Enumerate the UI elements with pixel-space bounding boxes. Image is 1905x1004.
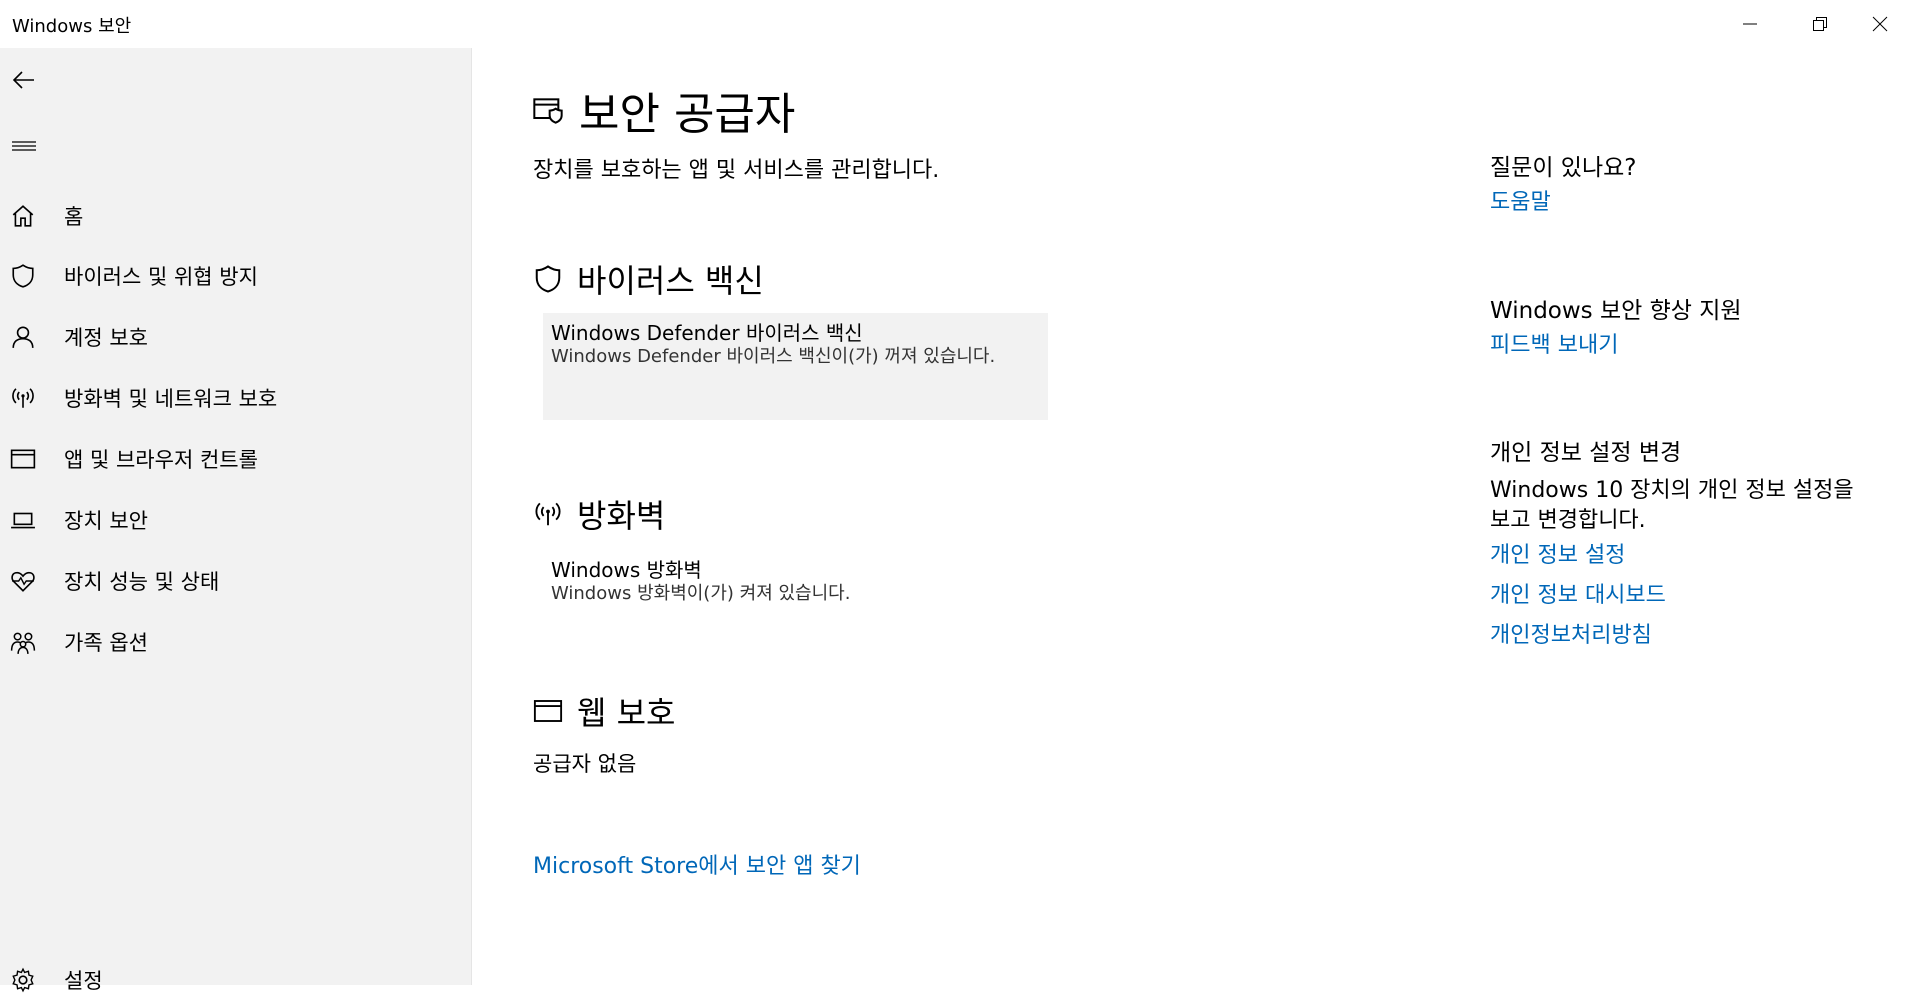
sidebar-item-family-options[interactable]: 가족 옵션 [0,618,472,666]
family-icon [0,618,46,666]
sidebar-item-label: 계정 보호 [64,322,148,352]
minimize-icon [1742,16,1758,32]
restore-icon [1812,16,1828,32]
feedback-heading: Windows 보안 향상 지원 [1490,296,1870,326]
antivirus-provider-card[interactable]: Windows Defender 바이러스 백신 Windows Defende… [543,313,1048,420]
sidebar-item-label: 장치 보안 [64,505,148,535]
provider-name: Windows 방화벽 [551,558,850,582]
section-title: 웹 보호 [577,688,676,734]
privacy-settings-link[interactable]: 개인 정보 설정 [1490,536,1870,576]
title-bar: Windows 보안 [0,0,1905,48]
sidebar-item-label: 장치 성능 및 상태 [64,566,219,596]
security-providers-icon [533,94,565,126]
sidebar-item-virus-protection[interactable]: 바이러스 및 위협 방지 [0,252,472,300]
privacy-dashboard-link[interactable]: 개인 정보 대시보드 [1490,576,1870,616]
sidebar: 홈 바이러스 및 위협 방지 계정 보호 방화벽 및 네트워크 보호 [0,48,472,985]
help-heading: 질문이 있나요? [1490,153,1870,183]
privacy-description: Windows 10 장치의 개인 정보 설정을 보고 변경합니다. [1490,476,1870,536]
section-title: 바이러스 백신 [577,256,764,302]
sidebar-item-label: 앱 및 브라우저 컨트롤 [64,444,258,474]
page-header: 보안 공급자 [533,78,795,142]
sidebar-item-label: 바이러스 및 위협 방지 [64,261,258,291]
close-icon [1872,16,1888,32]
privacy-block: 개인 정보 설정 변경 Windows 10 장치의 개인 정보 설정을 보고 … [1490,438,1870,656]
feedback-link[interactable]: 피드백 보내기 [1490,326,1870,366]
sidebar-item-label: 설정 [64,965,103,995]
person-icon [0,313,46,361]
web-protection-section-header: 웹 보호 [533,688,676,734]
privacy-statement-link[interactable]: 개인정보처리방침 [1490,616,1870,656]
sidebar-item-label: 가족 옵션 [64,627,148,657]
page-subtitle: 장치를 보호하는 앱 및 서비스를 관리합니다. [533,152,939,184]
section-title: 방화벽 [577,491,665,537]
sidebar-item-account-protection[interactable]: 계정 보호 [0,313,472,361]
antenna-icon [0,374,46,422]
help-block: 질문이 있나요? 도움말 [1490,153,1870,223]
home-icon [0,192,46,240]
shield-icon [0,252,46,300]
shield-icon [533,264,563,294]
page-title: 보안 공급자 [579,78,795,142]
sidebar-item-label: 홈 [64,201,83,231]
back-button[interactable] [6,62,42,98]
browser-window-icon [0,435,46,483]
sidebar-item-settings[interactable]: 설정 [0,956,472,1004]
store-link[interactable]: Microsoft Store에서 보안 앱 찾기 [533,848,861,880]
hamburger-menu-button[interactable] [6,128,42,164]
restore-button[interactable] [1785,0,1855,48]
heart-pulse-icon [0,557,46,605]
feedback-block: Windows 보안 향상 지원 피드백 보내기 [1490,296,1870,366]
help-link[interactable]: 도움말 [1490,183,1870,223]
firewall-provider[interactable]: Windows 방화벽 Windows 방화벽이(가) 켜져 있습니다. [551,558,850,606]
provider-status: Windows 방화벽이(가) 켜져 있습니다. [551,582,850,606]
sidebar-item-device-performance[interactable]: 장치 성능 및 상태 [0,557,472,605]
browser-window-icon [533,696,563,726]
no-provider-text: 공급자 없음 [533,748,636,778]
firewall-section-header: 방화벽 [533,491,665,537]
privacy-heading: 개인 정보 설정 변경 [1490,438,1870,468]
sidebar-item-home[interactable]: 홈 [0,192,472,240]
gear-icon [0,956,46,1004]
back-arrow-icon [12,68,36,92]
window-title: Windows 보안 [12,12,131,38]
sidebar-item-firewall[interactable]: 방화벽 및 네트워크 보호 [0,374,472,422]
laptop-icon [0,496,46,544]
antenna-icon [533,499,563,529]
sidebar-item-label: 방화벽 및 네트워크 보호 [64,383,277,413]
sidebar-item-device-security[interactable]: 장치 보안 [0,496,472,544]
close-button[interactable] [1855,0,1905,48]
sidebar-item-app-browser-control[interactable]: 앱 및 브라우저 컨트롤 [0,435,472,483]
provider-status: Windows Defender 바이러스 백신이(가) 꺼져 있습니다. [551,345,1040,369]
minimize-button[interactable] [1715,0,1785,48]
hamburger-icon [12,134,36,158]
antivirus-section-header: 바이러스 백신 [533,256,764,302]
provider-name: Windows Defender 바이러스 백신 [551,321,1040,345]
main-content: 보안 공급자 장치를 보호하는 앱 및 서비스를 관리합니다. 바이러스 백신 … [473,48,1905,985]
